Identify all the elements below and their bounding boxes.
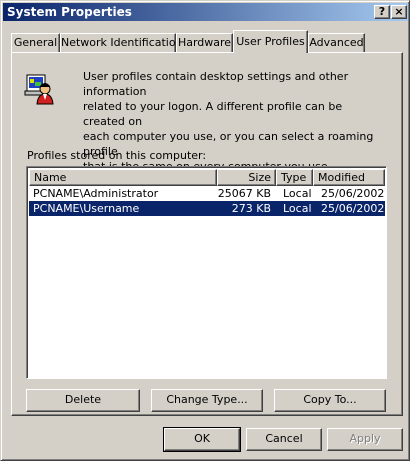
tab-strip: General Network Identification Hardware … [11, 30, 403, 53]
delete-button[interactable]: Delete [26, 389, 140, 412]
tab-hardware[interactable]: Hardware [176, 33, 233, 52]
copy-to-button[interactable]: Copy To... [274, 389, 386, 412]
profiles-list[interactable]: Name Size Type Modified PCNAME\Administr… [26, 166, 387, 379]
tab-user-profiles[interactable]: User Profiles [233, 30, 308, 53]
profile-size: 273 KB [231, 202, 271, 215]
description-line: User profiles contain desktop settings a… [83, 70, 349, 98]
tab-network-identification[interactable]: Network Identification [60, 33, 183, 52]
tab-general[interactable]: General [11, 33, 60, 52]
profile-type: Local [283, 202, 312, 215]
apply-button: Apply [327, 428, 403, 451]
close-button[interactable]: × [391, 5, 407, 19]
cancel-button[interactable]: Cancel [246, 428, 322, 451]
profiles-list-caption: Profiles stored on this computer: [27, 149, 207, 162]
window-title: System Properties [7, 5, 132, 19]
list-header: Name Size Type Modified [29, 169, 385, 186]
profile-name: PCNAME\Username [33, 202, 140, 215]
profile-modified: 25/06/2002 [321, 202, 385, 215]
help-button[interactable]: ? [374, 5, 390, 19]
table-row[interactable]: PCNAME\Administrator 25067 KB Local 25/0… [29, 186, 385, 201]
profile-type: Local [283, 187, 312, 200]
ok-button[interactable]: OK [163, 427, 241, 452]
title-bar[interactable]: System Properties ? × [3, 3, 408, 21]
table-row[interactable]: PCNAME\Username 273 KB Local 25/06/2002 [29, 201, 385, 216]
profile-name: PCNAME\Administrator [33, 187, 159, 200]
change-type-button[interactable]: Change Type... [151, 389, 263, 412]
system-properties-window: System Properties ? × General Network Id… [0, 0, 410, 461]
description-line: related to your logon. A different profi… [83, 100, 343, 128]
profile-size: 25067 KB [217, 187, 271, 200]
column-header-size[interactable]: Size [217, 169, 276, 186]
tab-advanced[interactable]: Advanced [308, 33, 365, 52]
column-header-type[interactable]: Type [276, 169, 313, 186]
user-profiles-icon [24, 74, 54, 105]
column-header-name[interactable]: Name [29, 169, 217, 186]
column-header-modified[interactable]: Modified [313, 169, 385, 186]
profile-modified: 25/06/2002 [321, 187, 385, 200]
